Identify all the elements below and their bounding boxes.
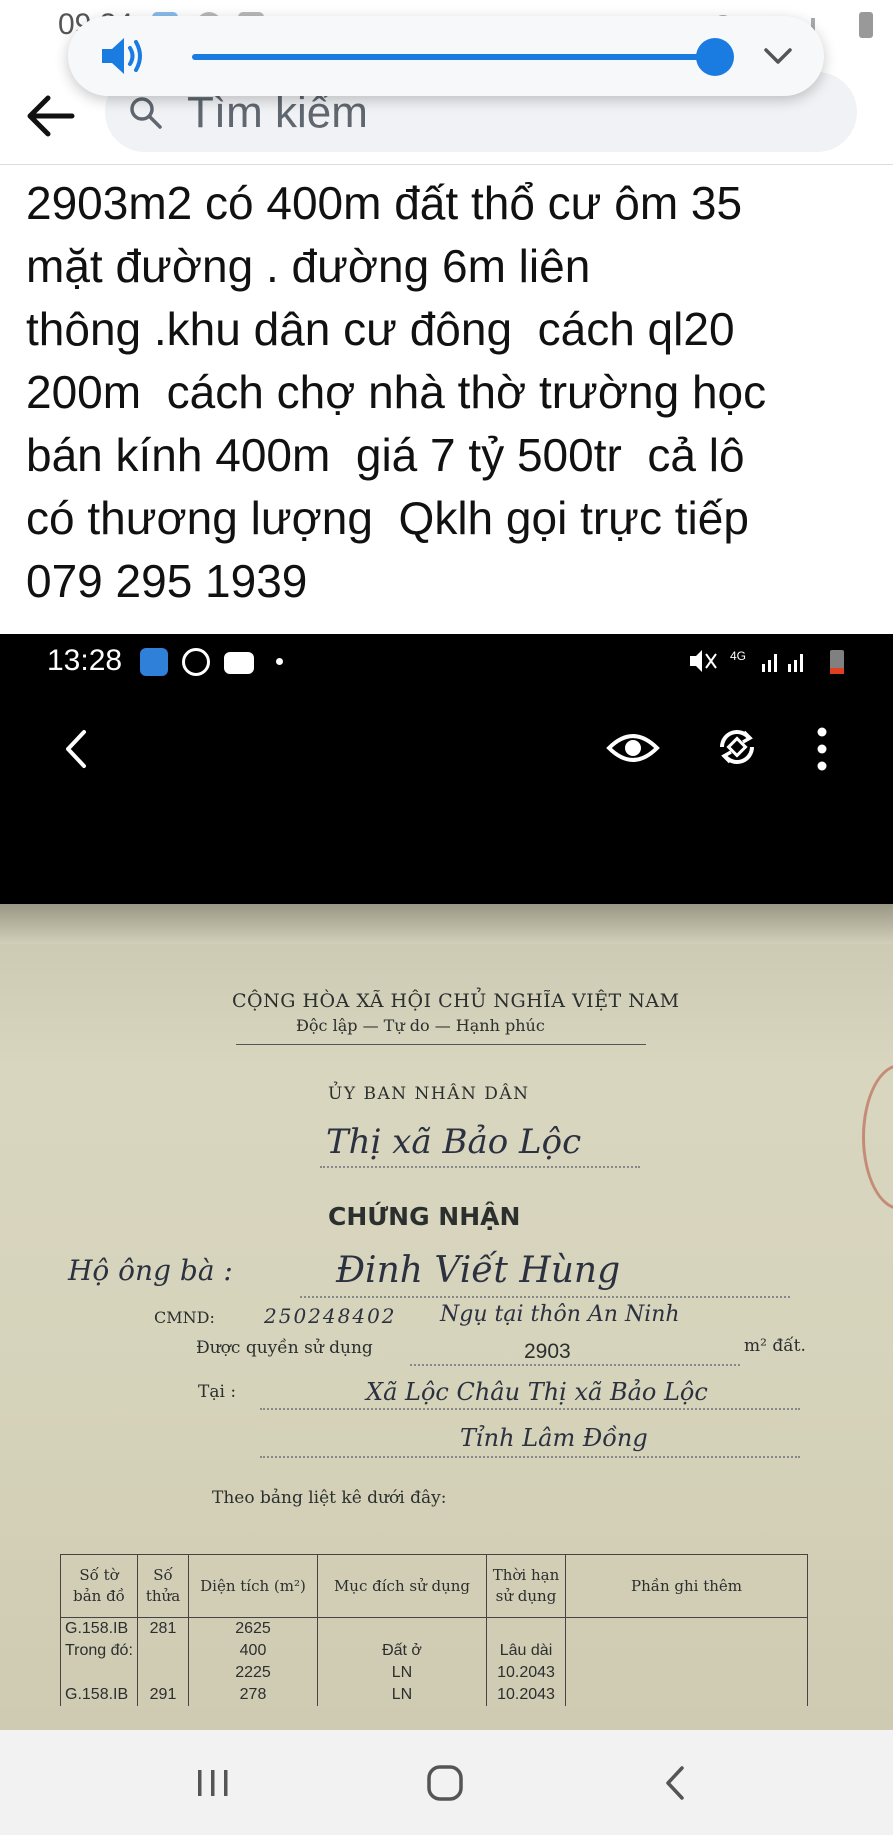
residence: Ngụ tại thôn An Ninh: [440, 1302, 680, 1327]
table-cell: [565, 1662, 808, 1684]
inner-notification-icon: [140, 648, 168, 676]
table-cell: LN: [317, 1684, 487, 1706]
column-header: Mục đích sử dụng: [317, 1554, 487, 1618]
document-edge: [0, 904, 893, 944]
household-name: Đinh Viết Hùng: [336, 1250, 621, 1291]
post-text: 2903m2 có 400m đất thổ cư ôm 35 mặt đườn…: [26, 177, 767, 607]
inner-more-icon: [276, 658, 283, 665]
town-dotted-line: [320, 1166, 640, 1168]
table-cell: [565, 1684, 808, 1706]
system-nav-bar: [0, 1730, 893, 1835]
table-cell: [137, 1640, 189, 1662]
table-cell: G.158.IB: [60, 1617, 138, 1640]
name-dotted-line: [300, 1296, 790, 1298]
table-cell: Trong đó:: [60, 1640, 138, 1662]
table-cell: [137, 1662, 189, 1684]
table-cell: 400: [188, 1640, 318, 1662]
volume-panel: [68, 16, 824, 96]
inner-back-icon[interactable]: [58, 724, 94, 774]
red-seal: [862, 1064, 893, 1210]
search-icon: [130, 97, 162, 129]
table-cell: 10.2043: [486, 1684, 566, 1706]
home-icon[interactable]: [420, 1760, 470, 1806]
volume-slider-track[interactable]: [192, 54, 712, 60]
area-unit: m² đất.: [744, 1336, 806, 1356]
rotate-icon[interactable]: [712, 722, 762, 772]
table-cell: 2625: [188, 1617, 318, 1640]
table-row: Trong đó: 400 Đất ở Lâu dài: [60, 1640, 808, 1662]
table-cell: 2225: [188, 1662, 318, 1684]
table-cell: Lâu dài: [486, 1640, 566, 1662]
table-cell: Đất ở: [317, 1640, 487, 1662]
battery-icon: [859, 12, 873, 38]
committee-label: ỦY BAN NHÂN DÂN: [328, 1084, 530, 1104]
address-line-1: Xã Lộc Châu Thị xã Bảo Lộc: [366, 1378, 708, 1406]
table-cell: [565, 1617, 808, 1640]
table-row: G.158.IB 291 278 LN 10.2043: [60, 1684, 808, 1706]
cmnd-label: CMND:: [154, 1308, 215, 1327]
column-header: Phần ghi thêm: [565, 1554, 808, 1618]
column-header: Số thửa: [137, 1554, 189, 1618]
table-row: 2225 LN 10.2043: [60, 1662, 808, 1684]
table-cell: [486, 1617, 566, 1640]
table-cell: LN: [317, 1662, 487, 1684]
eye-icon[interactable]: [606, 726, 660, 770]
table-cell: [317, 1617, 487, 1640]
at-label: Tại :: [198, 1382, 237, 1402]
arrow-left-icon[interactable]: [22, 86, 82, 146]
speaker-icon[interactable]: [98, 34, 148, 78]
cmnd-value: 250248402: [264, 1304, 397, 1328]
table-cell: [60, 1662, 138, 1684]
republic-title: CỘNG HÒA XÃ HỘI CHỦ NGHĨA VIỆT NAM: [232, 990, 680, 1012]
more-vertical-icon[interactable]: [812, 724, 832, 774]
certificate-heading: CHỨNG NHẬN: [328, 1202, 521, 1231]
land-parcel-table: Số tờ bản đồ Số thửa Diện tích (m²) Mục …: [60, 1554, 808, 1706]
chevron-down-icon[interactable]: [758, 36, 798, 76]
table-cell: G.158.IB: [60, 1684, 138, 1706]
table-cell: 278: [188, 1684, 318, 1706]
land-certificate: CỘNG HÒA XÃ HỘI CHỦ NGHĨA VIỆT NAM Độc l…: [0, 904, 893, 1730]
column-header: Thời hạn sử dụng: [486, 1554, 566, 1618]
household-label: Hộ ông bà :: [68, 1254, 233, 1287]
land-area: 2903: [524, 1340, 571, 1363]
issuing-town: Thị xã Bảo Lộc: [326, 1122, 582, 1162]
table-row: G.158.IB 281 2625: [60, 1617, 808, 1640]
column-header: Số tờ bản đồ: [60, 1554, 138, 1618]
inner-status-time: 13:28: [47, 644, 123, 677]
column-header: Diện tích (m²): [188, 1554, 318, 1618]
inner-network-label: 4G: [730, 649, 746, 663]
table-cell: 291: [137, 1684, 189, 1706]
address-dotted-line-1: [260, 1408, 800, 1410]
chevron-left-icon[interactable]: [652, 1760, 702, 1806]
post-photo[interactable]: 13:28 4G CỘNG HÒA XÃ HỘI CHỦ NGHĨA VIỆT …: [0, 634, 893, 1730]
header-rule: [236, 1044, 646, 1045]
recent-apps-icon[interactable]: [188, 1760, 238, 1806]
table-intro: Theo bảng liệt kê dưới đây:: [212, 1488, 447, 1508]
address-line-2: Tỉnh Lâm Đồng: [460, 1424, 648, 1452]
address-dotted-line-2: [260, 1456, 800, 1458]
usage-label: Được quyền sử dụng: [196, 1338, 373, 1358]
table-cell: 281: [137, 1617, 189, 1640]
table-cell: 10.2043: [486, 1662, 566, 1684]
inner-app-icon: [224, 652, 254, 674]
table-header-row: Số tờ bản đồ Số thửa Diện tích (m²) Mục …: [60, 1554, 808, 1618]
area-dotted-line: [410, 1364, 740, 1366]
inner-sync-icon: [182, 648, 210, 676]
inner-signal-icon: 4G: [690, 649, 844, 674]
table-cell: [565, 1640, 808, 1662]
volume-slider-thumb[interactable]: [696, 38, 734, 76]
motto: Độc lập — Tự do — Hạnh phúc: [296, 1016, 545, 1035]
